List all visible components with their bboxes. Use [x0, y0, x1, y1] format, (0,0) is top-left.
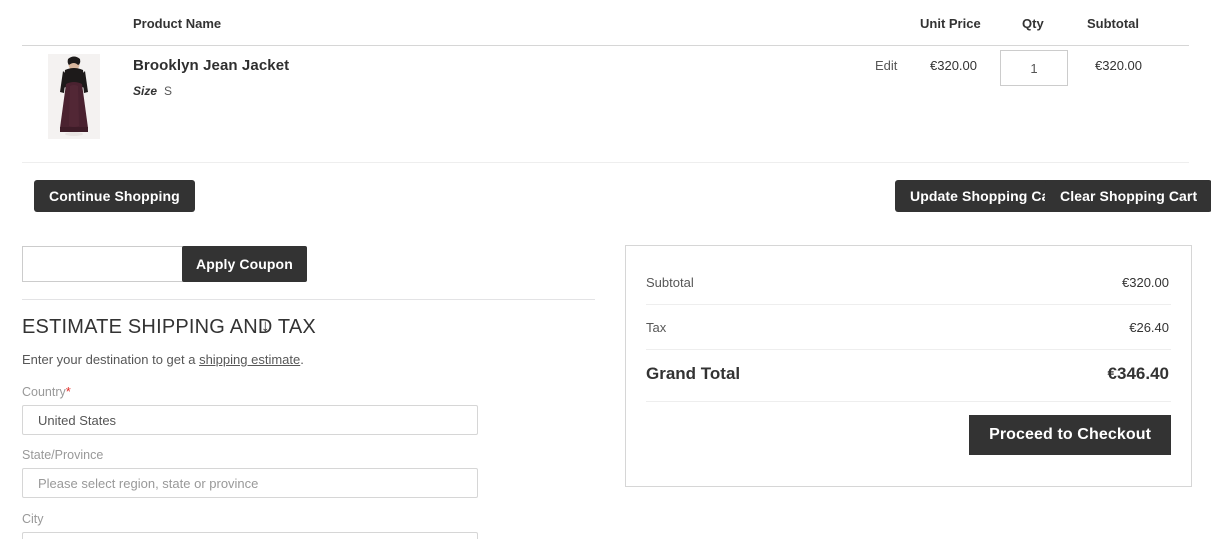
summary-label-tax: Tax: [646, 320, 667, 335]
item-subtotal: €320.00: [1095, 58, 1142, 73]
product-thumbnail[interactable]: [48, 54, 100, 139]
shipping-estimate-link[interactable]: shipping estimate: [199, 352, 300, 367]
cart-actions: Continue Shopping Update Shopping Cart C…: [0, 172, 1211, 222]
country-select[interactable]: [22, 405, 478, 435]
state-province-field: State/Province: [22, 448, 478, 498]
shipping-description-suffix: .: [300, 352, 304, 367]
product-name[interactable]: Brooklyn Jean Jacket: [133, 57, 289, 74]
section-divider: [22, 299, 595, 300]
cart-table-header: Product Name Unit Price Qty Subtotal: [22, 0, 1189, 46]
item-unit-price: €320.00: [930, 58, 977, 73]
quantity-input[interactable]: [1000, 50, 1068, 86]
country-label-text: Country: [22, 385, 66, 399]
city-label: City: [22, 512, 44, 526]
coupon-code-input[interactable]: [22, 246, 202, 282]
summary-value-tax: €26.40: [1129, 320, 1169, 335]
shipping-description: Enter your destination to get a shipping…: [22, 352, 304, 367]
summary-row-grand-total: Grand Total €346.40: [646, 350, 1171, 402]
column-header-product-name: Product Name: [133, 16, 222, 31]
cart-item-row: Brooklyn Jean Jacket Size S Edit €320.00 …: [22, 46, 1189, 163]
cart-table: Product Name Unit Price Qty Subtotal Bro…: [0, 0, 1211, 163]
product-option-value: S: [164, 84, 173, 98]
summary-row-tax: Tax €26.40: [646, 305, 1171, 350]
order-summary-panel: Subtotal €320.00 Tax €26.40 Grand Total …: [625, 245, 1192, 487]
city-input[interactable]: [22, 532, 478, 539]
country-label: Country*: [22, 384, 478, 399]
estimate-shipping-heading: ESTIMATE SHIPPING AND TAX: [22, 316, 316, 338]
coupon-section: Apply Coupon: [22, 246, 307, 282]
country-field: Country*: [22, 384, 478, 435]
proceed-to-checkout-button[interactable]: Proceed to Checkout: [969, 415, 1171, 455]
summary-value-subtotal: €320.00: [1122, 275, 1169, 290]
column-header-subtotal: Subtotal: [1087, 16, 1139, 31]
product-option: Size S: [133, 84, 172, 98]
summary-value-grand-total: €346.40: [1107, 364, 1169, 383]
apply-coupon-button[interactable]: Apply Coupon: [182, 246, 307, 282]
column-header-qty: Qty: [1022, 16, 1044, 31]
summary-label-grand-total: Grand Total: [646, 364, 741, 383]
continue-shopping-button[interactable]: Continue Shopping: [34, 180, 195, 212]
cart-left-column: Apply Coupon ESTIMATE SHIPPING AND TAX ↓…: [22, 246, 597, 539]
city-field: City: [22, 512, 478, 539]
checkout-button-wrap: Proceed to Checkout: [646, 402, 1171, 474]
shopping-cart-page: Product Name Unit Price Qty Subtotal Bro…: [0, 0, 1211, 539]
required-asterisk-icon: *: [65, 384, 71, 399]
state-province-label: State/Province: [22, 448, 104, 462]
summary-row-subtotal: Subtotal €320.00: [646, 260, 1171, 305]
clear-shopping-cart-button[interactable]: Clear Shopping Cart: [1045, 180, 1211, 212]
product-option-label: Size: [133, 84, 158, 98]
shipping-description-prefix: Enter your destination to get a: [22, 352, 200, 367]
column-header-unit-price: Unit Price: [920, 16, 981, 31]
state-province-select[interactable]: [22, 468, 478, 498]
chevron-down-icon[interactable]: ↓: [261, 316, 270, 336]
summary-label-subtotal: Subtotal: [646, 275, 694, 290]
edit-item-link[interactable]: Edit: [875, 58, 897, 73]
